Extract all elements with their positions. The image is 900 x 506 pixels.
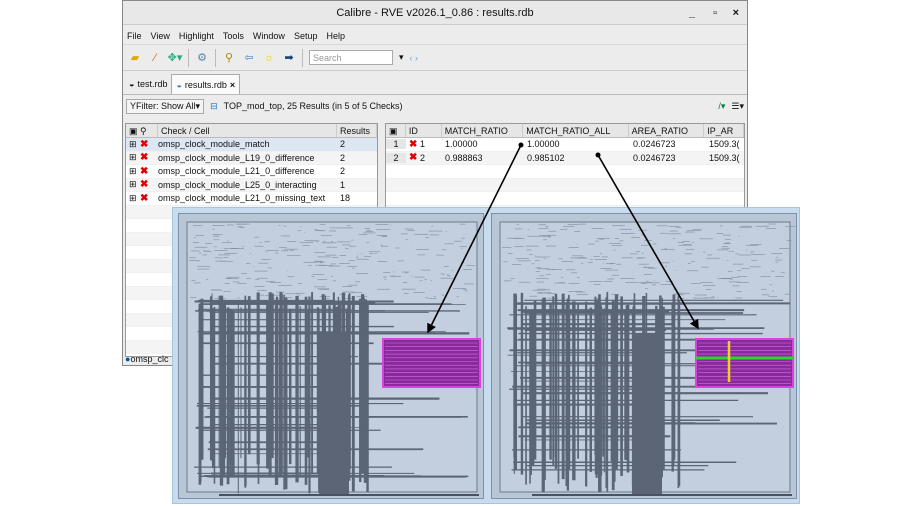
callout-arrows [427,142,699,334]
arrow-to-right-match [597,154,699,330]
arrow-to-left-match [427,144,522,334]
